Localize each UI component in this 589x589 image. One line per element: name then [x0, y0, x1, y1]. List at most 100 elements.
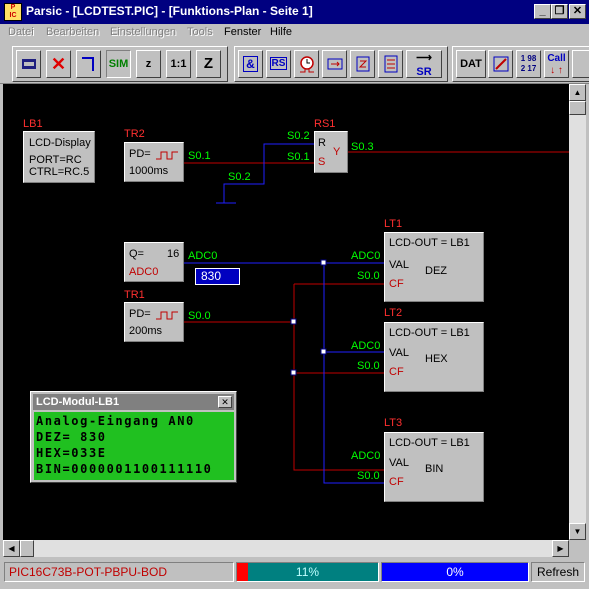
lt1-cf-input-label: S0.0 [357, 270, 380, 282]
scroll-right-button[interactable]: ▶ [552, 540, 569, 557]
pulse-icon [156, 311, 178, 320]
clock-icon [299, 56, 314, 73]
rs1-s-input-label: S0.1 [287, 151, 310, 163]
lcd-module-window[interactable]: LCD-Modul-LB1 ✕ Analog-Eingang AN0 DEZ= … [30, 391, 237, 483]
rs1-output-label: S0.3 [351, 141, 374, 153]
call-button[interactable]: Call ↓ ↑ [544, 50, 569, 78]
tr1-block[interactable]: PD= 200ms [124, 302, 184, 342]
rs1-label: RS1 [314, 118, 336, 130]
compare-icon [356, 56, 369, 72]
menu-tools[interactable]: Tools [187, 26, 213, 38]
tr2-label: TR2 [124, 128, 145, 140]
minimize-button[interactable]: _ [534, 4, 551, 19]
restore-button[interactable]: ❐ [551, 4, 568, 19]
rs-block-button[interactable]: RS [266, 50, 291, 78]
refresh-button[interactable]: Refresh [531, 562, 585, 582]
zoom-out-button[interactable]: z [136, 50, 161, 78]
title-bar[interactable]: P IC Parsic - [LCDTEST.PIC] - [Funktions-… [0, 0, 589, 24]
lt3-block[interactable]: LCD-OUT = LB1 VAL BIN CF [384, 432, 484, 502]
scroll-up-button[interactable]: ▲ [569, 84, 586, 101]
lcd-row-2: DEZ= 830 [36, 430, 107, 444]
lt2-label: LT2 [384, 307, 403, 319]
adc-block[interactable]: Q= 16 ADC0 [124, 242, 184, 282]
vertical-scrollbar[interactable]: ▲ ▼ [569, 84, 586, 540]
lcd-row-1: Analog-Eingang AN0 [36, 414, 195, 428]
horizontal-scroll-thumb[interactable] [20, 540, 34, 557]
toolbar: ✕ SIM z 1:1 Z & RS ⟶ SR DAT 1 98 2 17 Ca… [0, 42, 589, 84]
delete-icon: ✕ [50, 54, 67, 74]
status-bar: PIC16C73B-POT-PBPU-BOD 11% 0% Refresh [0, 558, 589, 589]
arrow-left-icon: ◀ [8, 544, 15, 553]
lt1-label: LT1 [384, 218, 403, 230]
edge-icon [493, 56, 508, 72]
lcd-row-3: HEX=033E [36, 446, 107, 460]
tr1-output-label: S0.0 [188, 310, 211, 322]
rs1-r-input-label: S0.2 [287, 130, 310, 142]
register-block-button[interactable] [378, 50, 403, 78]
menu-datei[interactable]: Datei [8, 26, 34, 38]
toolbar-group-data: DAT 1 98 2 17 Call ↓ ↑ [452, 46, 589, 82]
progress-fill-1 [237, 563, 248, 581]
compare-block-button[interactable] [350, 50, 375, 78]
close-button[interactable]: ✕ [569, 4, 586, 19]
lt2-cf-input-label: S0.0 [357, 360, 380, 372]
arrows-updown-icon: ↓ ↑ [550, 65, 563, 76]
timer-block-button[interactable] [294, 50, 319, 78]
menu-fenster[interactable]: Fenster [224, 26, 261, 38]
lcd-module-title: LCD-Modul-LB1 [36, 396, 120, 408]
app-icon[interactable]: P IC [4, 3, 22, 21]
wire-tool-button[interactable] [76, 50, 101, 78]
counter-icon [327, 58, 342, 70]
arrow-down-icon: ▼ [573, 527, 582, 536]
edge-block-button[interactable] [488, 50, 513, 78]
tr2-block[interactable]: PD= 1000ms [124, 142, 184, 182]
and-block-button[interactable]: & [238, 50, 263, 78]
scroll-left-button[interactable]: ◀ [3, 540, 20, 557]
sim-button[interactable]: SIM [106, 50, 131, 78]
toolbar-group-blocks: & RS ⟶ SR [234, 46, 448, 82]
chip-tool-button[interactable] [16, 50, 41, 78]
numbers-button[interactable]: 1 98 2 17 [516, 50, 541, 78]
tr1-label: TR1 [124, 289, 145, 301]
arrow-up-icon: ▲ [573, 88, 582, 97]
arrow-right-icon: ▶ [557, 544, 564, 553]
lcd-row-4: BIN=0000001100111110 [36, 462, 213, 476]
menu-hilfe[interactable]: Hilfe [270, 26, 292, 38]
lt2-val-input-label: ADC0 [351, 340, 381, 352]
scroll-down-button[interactable]: ▼ [569, 523, 586, 540]
counter-block-button[interactable] [322, 50, 347, 78]
progress-panel-2: 0% [381, 562, 529, 582]
lb1-block[interactable]: LCD-Display PORT=RC CTRL=RC.5 [23, 131, 95, 183]
menu-bearbeiten[interactable]: Bearbeiten [46, 26, 99, 38]
horizontal-scrollbar[interactable]: ◀ ▶ [3, 540, 569, 557]
dat-button[interactable]: DAT [456, 50, 486, 78]
delete-tool-button[interactable]: ✕ [46, 50, 71, 78]
lt3-cf-input-label: S0.0 [357, 470, 380, 482]
lcd-module-title-bar[interactable]: LCD-Modul-LB1 [33, 394, 234, 410]
menu-einstellungen[interactable]: Einstellungen [110, 26, 176, 38]
lt2-block[interactable]: LCD-OUT = LB1 VAL HEX CF [384, 322, 484, 392]
device-status: PIC16C73B-POT-PBPU-BOD [4, 562, 234, 582]
adc-output-label: ADC0 [188, 250, 218, 262]
progress-text-1: 11% [295, 565, 320, 579]
adc-value-display: 830 [195, 268, 240, 285]
rs1-block[interactable]: R S Y [314, 131, 348, 173]
arrow-right-icon: ⟶ [416, 52, 432, 64]
menu-bar: Datei Bearbeiten Einstellungen Tools Fen… [0, 24, 589, 42]
lb1-label: LB1 [23, 118, 43, 130]
register-icon [384, 55, 397, 73]
lcd-module-close-button[interactable]: ✕ [218, 396, 232, 408]
progress-panel-1: 11% [236, 562, 379, 582]
zoom-reset-button[interactable]: 1:1 [166, 50, 191, 78]
lt3-label: LT3 [384, 417, 403, 429]
zoom-in-button[interactable]: Z [196, 50, 221, 78]
lt1-val-input-label: ADC0 [351, 250, 381, 262]
lt1-block[interactable]: LCD-OUT = LB1 VAL DEZ CF [384, 232, 484, 302]
tr2-output-label: S0.1 [188, 150, 211, 162]
vertical-scroll-thumb[interactable] [569, 101, 586, 115]
chip-icon [21, 59, 36, 69]
s02-label: S0.2 [228, 171, 251, 183]
more-tools-button[interactable] [572, 50, 589, 78]
lcd-screen: Analog-Eingang AN0 DEZ= 830 HEX=033E BIN… [34, 412, 234, 480]
sr-block-button[interactable]: ⟶ SR [406, 50, 442, 78]
